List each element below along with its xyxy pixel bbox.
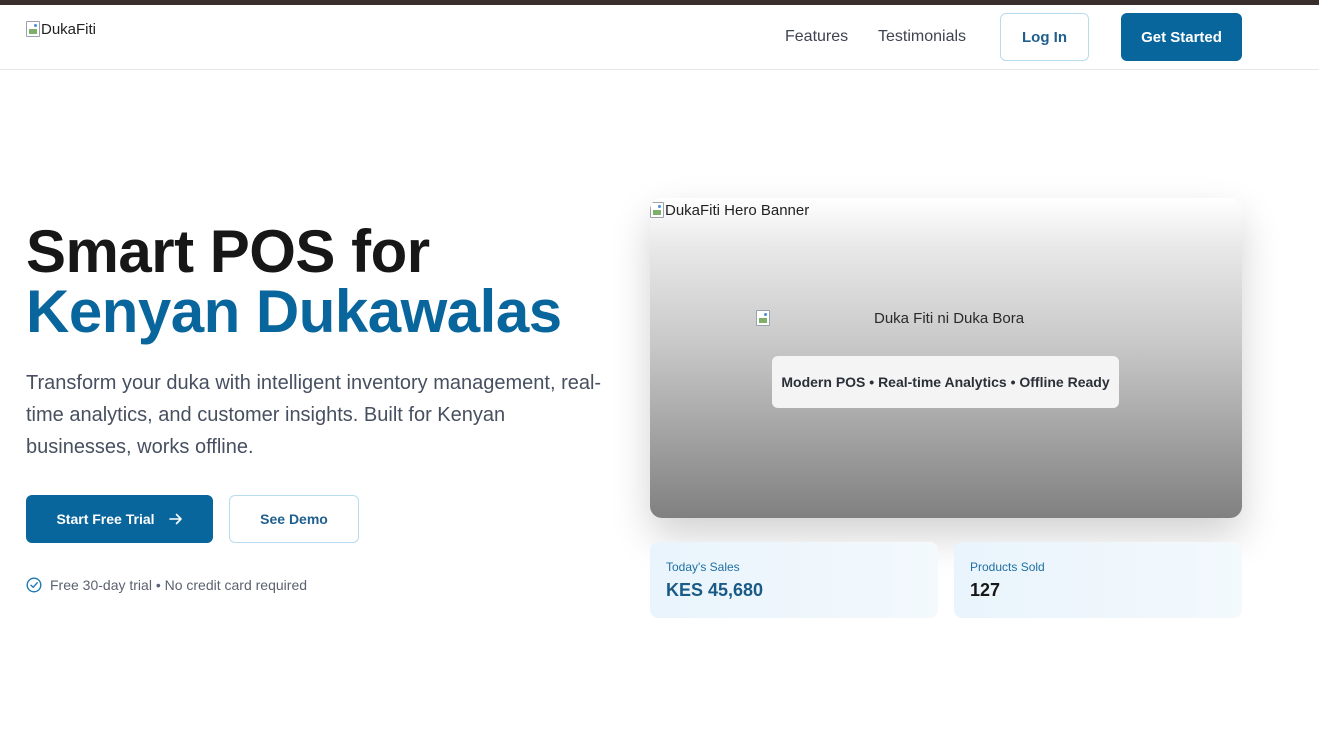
broken-image-icon — [26, 21, 40, 37]
broken-image-icon — [650, 202, 664, 218]
stat-card-products-sold: Products Sold 127 — [954, 542, 1242, 618]
hero-banner-alt-text: DukaFiti Hero Banner — [665, 202, 810, 219]
tagline-alt-text: Duka Fiti ni Duka Bora — [874, 310, 1025, 327]
check-circle-icon — [26, 577, 42, 593]
login-button[interactable]: Log In — [1000, 13, 1089, 61]
trial-note-text: Free 30-day trial • No credit card requi… — [50, 577, 308, 593]
broken-image-icon — [756, 310, 770, 326]
trial-note: Free 30-day trial • No credit card requi… — [26, 577, 307, 593]
stat-label: Products Sold — [970, 560, 1045, 574]
navbar: DukaFiti Features Testimonials Log In Ge… — [0, 5, 1319, 70]
stat-label: Today's Sales — [666, 560, 740, 574]
nav-link-testimonials[interactable]: Testimonials — [878, 28, 966, 46]
nav-link-features[interactable]: Features — [785, 28, 848, 46]
hero-title-line1: Smart POS for — [26, 218, 430, 285]
stat-value: 127 — [970, 580, 1001, 600]
logo-alt-text: DukaFiti — [41, 21, 97, 38]
tagline-image: Duka Fiti ni Duka Bora — [756, 310, 1024, 327]
hero-banner-image: DukaFiti Hero Banner — [650, 202, 809, 219]
hero-description: Transform your duka with intelligent inv… — [26, 372, 602, 458]
arrow-right-icon — [168, 513, 182, 525]
stat-card-todays-sales: Today's Sales KES 45,680 — [650, 542, 938, 618]
start-free-trial-button[interactable]: Start Free Trial — [26, 495, 213, 543]
logo[interactable]: DukaFiti — [26, 21, 96, 38]
start-free-trial-label: Start Free Trial — [56, 511, 155, 527]
stat-value: KES 45,680 — [666, 580, 764, 600]
hero-title-line2: Kenyan Dukawalas — [26, 278, 562, 345]
get-started-button[interactable]: Get Started — [1121, 13, 1242, 61]
hero-title: Smart POS for Kenyan Dukawalas — [26, 222, 562, 342]
hero-banner: DukaFiti Hero Banner Duka Fiti ni Duka B… — [650, 198, 1242, 518]
see-demo-button[interactable]: See Demo — [229, 495, 359, 543]
features-pill: Modern POS • Real-time Analytics • Offli… — [772, 356, 1119, 408]
